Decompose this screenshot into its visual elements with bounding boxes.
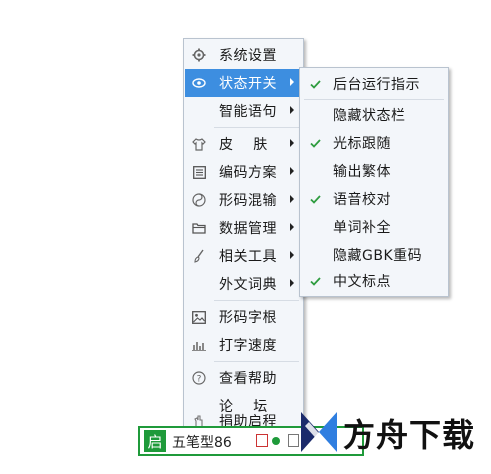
menu-separator bbox=[304, 99, 444, 100]
menu-item-label: 皮 肤 bbox=[219, 137, 268, 153]
menu-item-typing-speed[interactable]: 打字速度 bbox=[185, 331, 302, 359]
toggle-cursor-follow[interactable]: 光标跟随 bbox=[301, 129, 447, 157]
gear-icon bbox=[185, 48, 213, 62]
menu-item-label: 形码混输 bbox=[219, 193, 277, 209]
menu-item-label: 数据管理 bbox=[219, 221, 277, 237]
menu-item-skin[interactable]: 皮 肤 bbox=[185, 130, 302, 158]
menu-item-label: 编码方案 bbox=[219, 165, 277, 181]
toggle-hide-status-bar[interactable]: 隐藏状态栏 bbox=[301, 101, 447, 129]
menu-item-encoding-scheme[interactable]: 编码方案 bbox=[185, 158, 302, 186]
menu-item-label: 智能语句 bbox=[219, 104, 277, 120]
grid-icon bbox=[185, 165, 213, 179]
submenu-arrow-icon bbox=[290, 78, 294, 86]
menu-item-smart-sentence[interactable]: 智能语句 bbox=[185, 97, 302, 125]
ime-status-dot-icon[interactable] bbox=[272, 437, 280, 445]
submenu-arrow-icon bbox=[290, 223, 294, 231]
watermark-text: 方舟下载 bbox=[343, 416, 476, 454]
ime-logo[interactable]: 启 bbox=[144, 430, 166, 452]
ime-mode-name[interactable]: 五笔型86 bbox=[172, 432, 232, 452]
menu-item-mixed-input[interactable]: 形码混输 bbox=[185, 186, 302, 214]
check-icon bbox=[301, 276, 329, 286]
submenu-arrow-icon bbox=[290, 139, 294, 147]
ime-tool-icon[interactable] bbox=[256, 434, 268, 447]
ime-soft-keyboard-icon[interactable] bbox=[288, 434, 299, 447]
image-icon bbox=[185, 310, 213, 324]
toggle-hide-gbk-duplicates[interactable]: 隐藏GBK重码 bbox=[301, 241, 447, 269]
menu-item-related-tools[interactable]: 相关工具 bbox=[185, 242, 302, 270]
toggle-traditional-output[interactable]: 输出繁体 bbox=[301, 157, 447, 185]
watermark: 方舟下载 bbox=[299, 408, 479, 460]
menu-item-radicals[interactable]: 形码字根 bbox=[185, 303, 302, 331]
submenu-item-label: 后台运行指示 bbox=[333, 77, 420, 93]
submenu-item-label: 输出繁体 bbox=[333, 164, 391, 180]
submenu-arrow-icon bbox=[290, 167, 294, 175]
menu-item-label: 相关工具 bbox=[219, 249, 277, 265]
folder-icon bbox=[185, 222, 213, 234]
help-icon: ? bbox=[185, 371, 213, 385]
bar-chart-icon bbox=[185, 339, 213, 351]
brush-icon bbox=[185, 249, 213, 263]
watermark-logo-icon bbox=[301, 412, 337, 452]
status-submenu: 后台运行指示 隐藏状态栏 光标跟随 输出繁体 语音校对 单词补全 隐藏GBK重码… bbox=[299, 67, 449, 297]
menu-item-foreign-dictionary[interactable]: 外文词典 bbox=[185, 270, 302, 298]
submenu-item-label: 隐藏状态栏 bbox=[333, 108, 406, 124]
menu-item-label: 系统设置 bbox=[219, 48, 277, 64]
submenu-item-label: 隐藏GBK重码 bbox=[333, 248, 423, 264]
menu-separator bbox=[214, 361, 299, 362]
shirt-icon bbox=[185, 137, 213, 151]
submenu-arrow-icon bbox=[290, 279, 294, 287]
menu-item-system-settings[interactable]: 系统设置 bbox=[185, 41, 302, 69]
submenu-arrow-icon bbox=[290, 106, 294, 114]
svg-text:?: ? bbox=[197, 375, 202, 385]
menu-item-view-help[interactable]: ? 查看帮助 bbox=[185, 364, 302, 392]
submenu-item-label: 光标跟随 bbox=[333, 136, 391, 152]
check-icon bbox=[301, 194, 329, 204]
menu-item-data-management[interactable]: 数据管理 bbox=[185, 214, 302, 242]
menu-item-label: 打字速度 bbox=[219, 338, 277, 354]
check-icon bbox=[301, 79, 329, 89]
menu-item-label: 外文词典 bbox=[219, 277, 277, 293]
toggle-voice-proofread[interactable]: 语音校对 bbox=[301, 185, 447, 213]
submenu-item-label: 单词补全 bbox=[333, 220, 391, 236]
submenu-arrow-icon bbox=[290, 195, 294, 203]
menu-item-label: 形码字根 bbox=[219, 310, 277, 326]
submenu-arrow-icon bbox=[290, 251, 294, 259]
menu-item-status-toggle[interactable]: 状态开关 bbox=[185, 69, 302, 97]
menu-item-label: 查看帮助 bbox=[219, 371, 277, 387]
toggle-word-completion[interactable]: 单词补全 bbox=[301, 213, 447, 241]
submenu-item-label: 语音校对 bbox=[333, 192, 391, 208]
check-icon bbox=[301, 138, 329, 148]
context-menu: 系统设置 状态开关 智能语句 皮 肤 编码方案 形码混输 数据管理 相关工具 外… bbox=[183, 38, 304, 436]
menu-separator bbox=[214, 127, 299, 128]
yin-yang-icon bbox=[185, 193, 213, 207]
toggle-background-indicator[interactable]: 后台运行指示 bbox=[301, 70, 447, 98]
menu-item-label: 状态开关 bbox=[219, 76, 277, 92]
submenu-item-label: 中文标点 bbox=[333, 274, 391, 290]
eye-icon bbox=[185, 78, 213, 88]
toggle-chinese-punctuation[interactable]: 中文标点 bbox=[301, 267, 447, 295]
menu-separator bbox=[214, 300, 299, 301]
